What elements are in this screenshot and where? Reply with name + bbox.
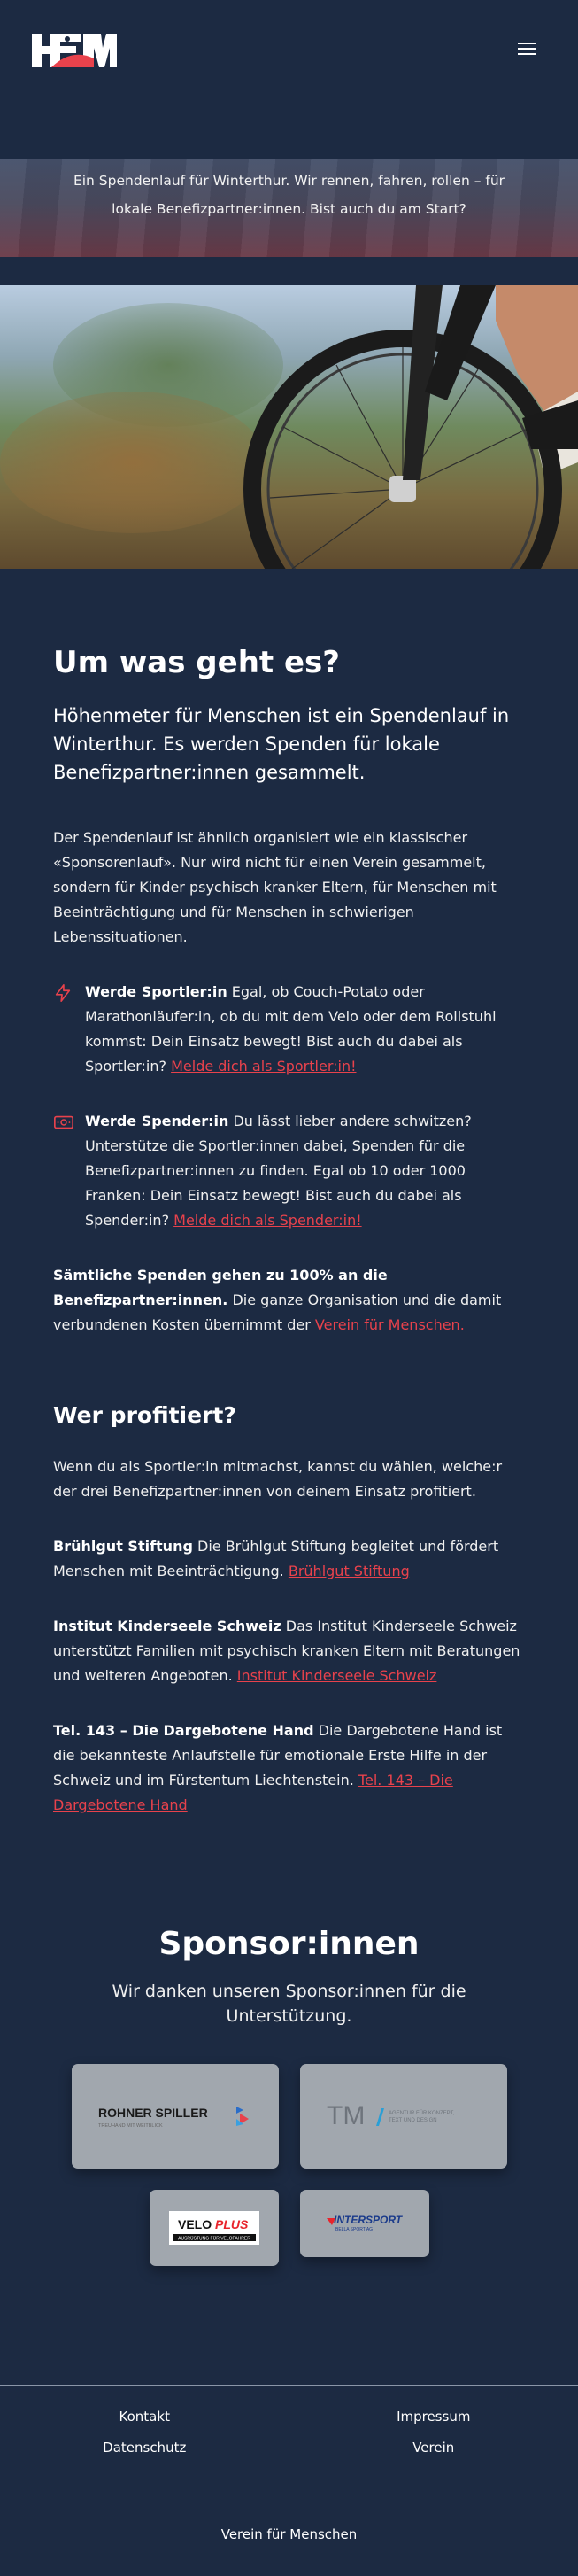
footer-link-datenschutz[interactable]: Datenschutz xyxy=(0,2440,289,2456)
feature-title: Werde Sportler:in xyxy=(85,983,227,1000)
svg-text:VELO: VELO xyxy=(178,2217,212,2231)
svg-text:PLUS: PLUS xyxy=(215,2217,249,2231)
site-footer: Kontakt Impressum Datenschutz Verein Ver… xyxy=(0,2385,578,2576)
footer-links: Kontakt Impressum Datenschutz Verein xyxy=(0,2386,578,2456)
hero-banner: Ein Spendenlauf für Winterthur. Wir renn… xyxy=(0,159,578,257)
sponsors-title: Sponsor:innen xyxy=(53,1924,525,1965)
footer-link-verein[interactable]: Verein xyxy=(289,2440,578,2456)
svg-text:BELLA SPORT AG: BELLA SPORT AG xyxy=(335,2227,373,2232)
feature-sportler: Werde Sportler:in Egal, ob Couch-Potato … xyxy=(53,980,525,1079)
verein-link[interactable]: Verein für Menschen. xyxy=(315,1316,465,1333)
footer-link-impressum[interactable]: Impressum xyxy=(289,2409,578,2425)
footer-link-kontakt[interactable]: Kontakt xyxy=(0,2409,289,2425)
beneficiary-link[interactable]: Institut Kinderseele Schweiz xyxy=(237,1667,437,1684)
hero-text: Ein Spendenlauf für Winterthur. Wir renn… xyxy=(0,159,578,223)
main-content: Um was geht es? Höhenmeter für Menschen … xyxy=(0,569,578,2266)
beneficiaries-intro: Wenn du als Sportler:in mitmachst, kanns… xyxy=(53,1455,525,1504)
feature-title: Werde Spender:in xyxy=(85,1113,228,1129)
beneficiary-item: Brühlgut Stiftung Die Brühlgut Stiftung … xyxy=(53,1534,525,1584)
site-logo[interactable] xyxy=(32,32,117,69)
about-intro: Der Spendenlauf ist ähnlich organisiert … xyxy=(53,826,525,950)
sponsor-logo-tm[interactable]: TM AGENTUR FÜR KONZEPT, TEXT UND DESIGN xyxy=(300,2064,507,2169)
beneficiary-link[interactable]: Brühlgut Stiftung xyxy=(289,1563,410,1579)
sponsor-logo-veloplus[interactable]: VELO PLUS AUSRÜSTUNG FÜR VELOFAHRER xyxy=(150,2190,279,2266)
hero-image-bike xyxy=(0,285,578,569)
svg-text:AGENTUR FÜR KONZEPT,: AGENTUR FÜR KONZEPT, xyxy=(389,2110,455,2116)
svg-text:TM: TM xyxy=(327,2101,365,2130)
beneficiaries-title: Wer profitiert? xyxy=(53,1401,525,1430)
footer-org: Verein für Menschen xyxy=(0,2526,578,2576)
menu-button[interactable] xyxy=(518,43,536,57)
hamburger-icon xyxy=(518,43,536,44)
site-header xyxy=(0,0,578,159)
svg-text:AUSRÜSTUNG FÜR VELOFAHRER: AUSRÜSTUNG FÜR VELOFAHRER xyxy=(178,2236,250,2242)
about-title: Um was geht es? xyxy=(53,643,525,682)
donation-note: Sämtliche Spenden gehen zu 100% an die B… xyxy=(53,1263,525,1338)
about-lead: Höhenmeter für Menschen ist ein Spendenl… xyxy=(53,702,525,787)
sponsors-section: Sponsor:innen Wir danken unseren Sponsor… xyxy=(53,1924,525,2266)
svg-text:ROHNER SPILLER: ROHNER SPILLER xyxy=(98,2106,208,2120)
sponsor-logo-intersport[interactable]: INTERSPORT BELLA SPORT AG xyxy=(300,2190,429,2257)
sponsors-subtitle: Wir danken unseren Sponsor:innen für die… xyxy=(53,1979,525,2029)
svg-text:TREUHAND MIT WEITBLICK: TREUHAND MIT WEITBLICK xyxy=(98,2123,163,2129)
beneficiary-item: Tel. 143 – Die Dargebotene Hand Die Darg… xyxy=(53,1719,525,1818)
money-icon xyxy=(53,1109,85,1233)
beneficiary-item: Institut Kinderseele Schweiz Das Institu… xyxy=(53,1614,525,1688)
lightning-icon xyxy=(53,980,85,1079)
svg-text:TEXT UND DESIGN: TEXT UND DESIGN xyxy=(389,2118,437,2123)
register-athlete-link[interactable]: Melde dich als Sportler:in! xyxy=(171,1058,356,1075)
bike-illustration xyxy=(0,285,578,569)
feature-spender: Werde Spender:in Du lässt lieber andere … xyxy=(53,1109,525,1233)
register-donor-link[interactable]: Melde dich als Spender:in! xyxy=(173,1212,361,1229)
svg-text:INTERSPORT: INTERSPORT xyxy=(334,2214,404,2226)
sponsor-logo-rohner-spiller[interactable]: ROHNER SPILLER TREUHAND MIT WEITBLICK xyxy=(72,2064,279,2169)
